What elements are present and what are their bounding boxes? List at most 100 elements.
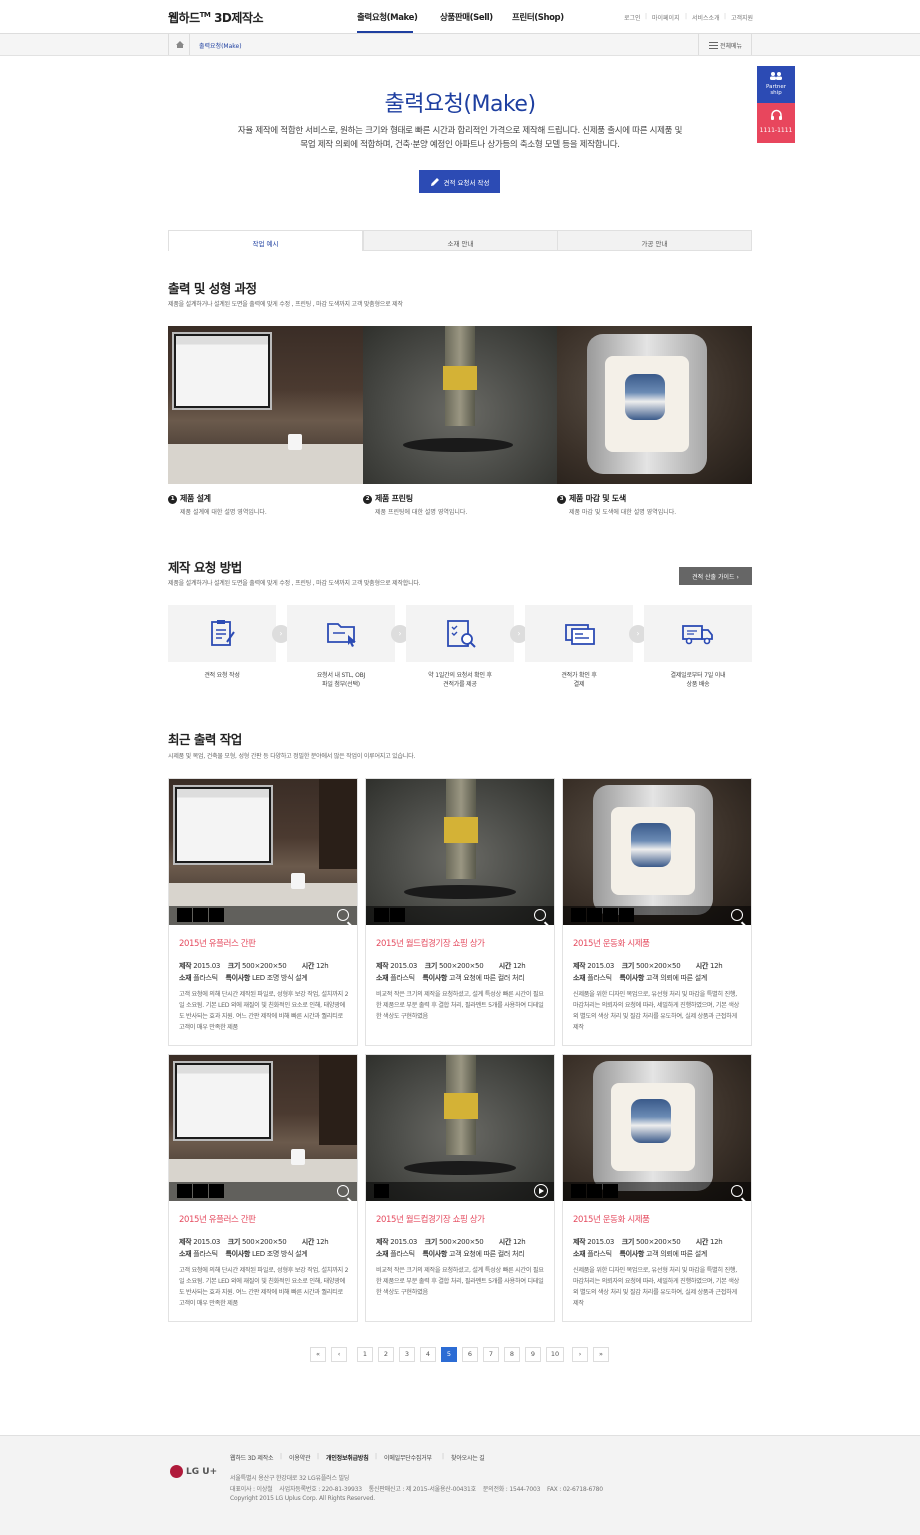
zoom-icon[interactable]: [731, 909, 743, 921]
thumbnail[interactable]: [587, 1184, 602, 1198]
util-divider: |: [685, 13, 688, 20]
page-button[interactable]: 3: [399, 1347, 415, 1362]
util-service[interactable]: 서비스소개: [692, 13, 720, 22]
footer-divider: |: [280, 1453, 283, 1460]
thumbnail[interactable]: [619, 908, 634, 922]
footer-address: 서울특별시 용산구 한강대로 32 LG유플러스 빌딩: [230, 1475, 350, 1482]
work-card-description: 고객 요청에 의해 단시간 제작된 파일로, 성형후 보강 작업, 설치까지 2…: [179, 991, 349, 1031]
thumbnail[interactable]: [193, 908, 208, 922]
zoom-icon[interactable]: [337, 1185, 349, 1197]
thumbnail[interactable]: [587, 908, 602, 922]
all-menu-button[interactable]: 전체메뉴: [698, 34, 752, 55]
nav-make[interactable]: 출력요청(Make): [357, 11, 418, 23]
home-button[interactable]: [168, 34, 190, 55]
phone-number: 1111-1111: [759, 127, 793, 134]
process-step-label: 결제일로부터 7일 이내 상품 배송: [670, 672, 726, 688]
page-button-current[interactable]: 5: [441, 1347, 457, 1362]
play-icon[interactable]: [534, 1184, 548, 1198]
estimate-guide-button[interactable]: 견적 산출 가이드 ›: [679, 567, 752, 585]
site-logo[interactable]: 웹하드TM 3D제작소: [168, 9, 263, 26]
cube-printer-image: [587, 334, 707, 474]
page-button[interactable]: 2: [378, 1347, 394, 1362]
page-button[interactable]: 6: [462, 1347, 478, 1362]
desk-image: [168, 444, 363, 484]
page-button[interactable]: 9: [525, 1347, 541, 1362]
zoom-icon[interactable]: [731, 1185, 743, 1197]
footer-link[interactable]: 찾아오시는 길: [451, 1453, 485, 1462]
work-card-meta: 제작 2015.03 크기 500×200×50 시간 12h: [179, 1238, 329, 1246]
next-page-button[interactable]: ›: [572, 1347, 588, 1362]
work-card[interactable]: 2015년 운동화 시제품 제작 2015.03 크기 500×200×50 시간…: [562, 778, 752, 1046]
thumbnail[interactable]: [390, 908, 405, 922]
work-card[interactable]: 2015년 월드컵경기장 쇼핑 상가 제작 2015.03 크기 500×200×…: [365, 778, 555, 1046]
work-card-description: 비교적 작은 크기의 제작을 요청하셨고, 설계 특성상 빠른 시간이 필요한 …: [376, 991, 544, 1020]
work-card[interactable]: 2015년 월드컵경기장 쇼핑 상가 제작 2015.03 크기 500×200×…: [365, 1054, 555, 1322]
thumbnail-strip: [374, 1184, 389, 1198]
work-card[interactable]: 2015년 유플러스 간판 제작 2015.03 크기 500×200×50 시간…: [168, 778, 358, 1046]
zoom-icon[interactable]: [337, 909, 349, 921]
estimate-request-label: 견적 요청서 작성: [443, 178, 490, 187]
footer-link-privacy[interactable]: 개인정보취급방침: [326, 1453, 369, 1462]
thumbnail[interactable]: [177, 908, 192, 922]
page-button[interactable]: 8: [504, 1347, 520, 1362]
thumbnail[interactable]: [209, 908, 224, 922]
pencil-icon: [430, 177, 439, 186]
footer-divider: |: [317, 1453, 320, 1460]
work-card-meta: 소재 플라스틱 특이사항 LED 조명 방식 설계: [179, 974, 308, 982]
step-design-title: 1 제품 설계: [168, 493, 211, 504]
howto-title: 제작 요청 방법: [168, 560, 242, 575]
tab-materials[interactable]: 소재 안내: [363, 230, 558, 251]
work-card-meta: 소재 플라스틱 특이사항 LED 조명 방식 설계: [179, 1250, 308, 1258]
util-support[interactable]: 고객지원: [731, 13, 753, 22]
thumbnail[interactable]: [193, 1184, 208, 1198]
work-card[interactable]: 2015년 운동화 시제품 제작 2015.03 크기 500×200×50 시간…: [562, 1054, 752, 1322]
prev-page-button[interactable]: ‹: [331, 1347, 347, 1362]
nav-sell[interactable]: 상품판매(Sell): [440, 11, 493, 23]
process-step-box: [406, 605, 514, 662]
footer-link[interactable]: 웹하드 3D 제작소: [230, 1453, 274, 1462]
thumbnail[interactable]: [374, 908, 389, 922]
recent-title: 최근 출력 작업: [168, 732, 242, 747]
printing-photo: [363, 326, 557, 484]
page-button[interactable]: 7: [483, 1347, 499, 1362]
step-finishing-desc: 제품 마감 및 도색에 대한 설명 영역입니다.: [569, 509, 677, 516]
thumbnail[interactable]: [603, 908, 618, 922]
printer-part-image: [443, 366, 477, 390]
work-card-title: 2015년 월드컵경기장 쇼핑 상가: [376, 1215, 485, 1225]
work-card-title: 2015년 유플러스 간판: [179, 939, 256, 949]
mug-image: [288, 434, 302, 450]
tab-examples[interactable]: 작업 예시: [168, 230, 363, 251]
thumbnail-strip: [177, 1184, 224, 1198]
first-page-button[interactable]: «: [310, 1347, 326, 1362]
zoom-icon[interactable]: [534, 909, 546, 921]
breadcrumb-current[interactable]: 출력요청(Make): [199, 41, 242, 50]
util-login[interactable]: 로그인: [624, 13, 641, 22]
thumbnail[interactable]: [603, 1184, 618, 1198]
thumbnail[interactable]: [571, 908, 586, 922]
work-card-meta: 제작 2015.03 크기 500×200×50 시간 12h: [573, 1238, 723, 1246]
last-page-button[interactable]: »: [593, 1347, 609, 1362]
work-card[interactable]: 2015년 유플러스 간판 제작 2015.03 크기 500×200×50 시간…: [168, 1054, 358, 1322]
thumbnail[interactable]: [209, 1184, 224, 1198]
estimate-request-button[interactable]: 견적 요청서 작성: [419, 170, 500, 193]
thumbnail[interactable]: [571, 1184, 586, 1198]
monitor-image: [172, 332, 272, 410]
footer-link[interactable]: 이용약관: [289, 1453, 310, 1462]
work-card-description: 신제품을 위한 디자인 목업으로, 유선형 처리 및 마감을 특별히 진행, 마…: [573, 991, 739, 1031]
page-button[interactable]: 4: [420, 1347, 436, 1362]
page-button[interactable]: 10: [546, 1347, 564, 1362]
page-button[interactable]: 1: [357, 1347, 373, 1362]
process-step-label: 견적 요청 작성: [204, 672, 240, 679]
nav-shop[interactable]: 프린터(Shop): [512, 11, 564, 23]
tab-processing[interactable]: 가공 안내: [557, 230, 752, 251]
footer-link[interactable]: 이메일무단수집거부: [384, 1453, 432, 1462]
work-card-image: [366, 1055, 554, 1201]
people-icon: [770, 72, 782, 80]
clipboard-icon: [211, 620, 235, 646]
thumbnail[interactable]: [177, 1184, 192, 1198]
thumbnail[interactable]: [374, 1184, 389, 1198]
description-line: 목업 제작 의뢰에 적합하며, 건축·분양 예정인 아파트나 상가등의 축소형 …: [300, 140, 620, 150]
util-mypage[interactable]: 마이페이지: [652, 13, 680, 22]
site-header: 웹하드TM 3D제작소 출력요청(Make) 상품판매(Sell) 프린터(Sh…: [0, 0, 920, 34]
delivery-truck-icon: [682, 625, 713, 645]
